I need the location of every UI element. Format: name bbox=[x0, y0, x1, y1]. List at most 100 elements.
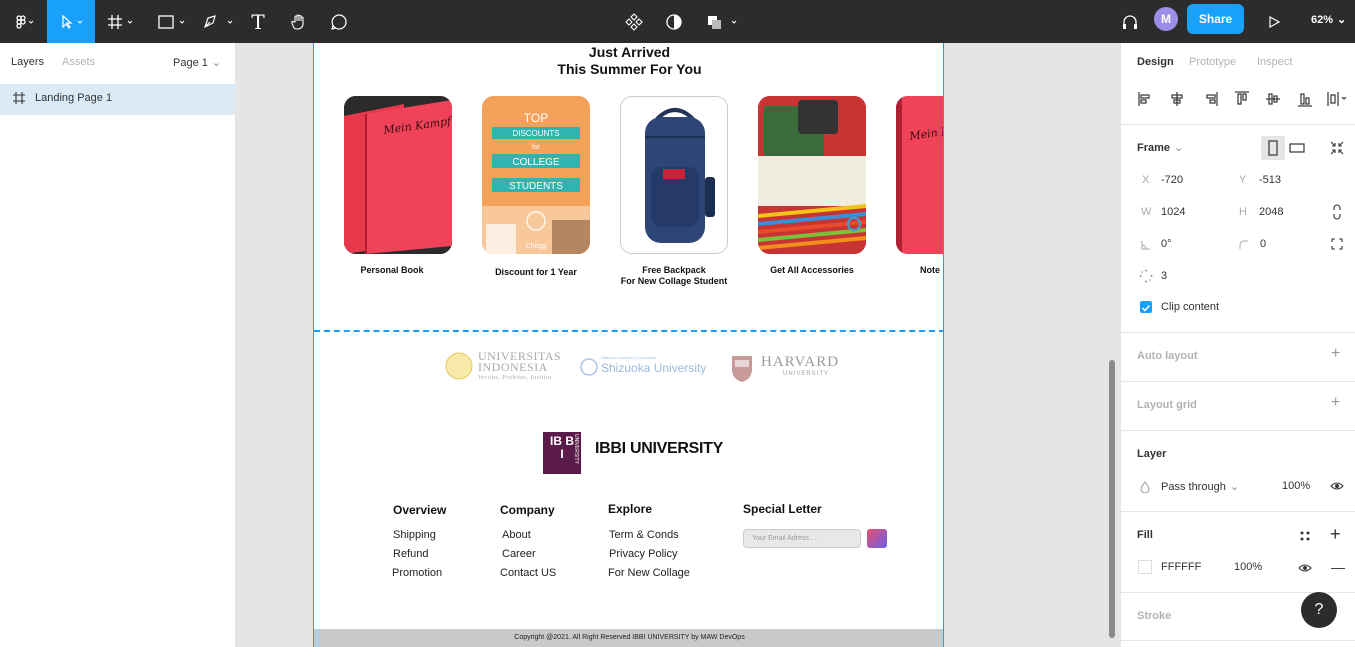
eye-icon[interactable] bbox=[1298, 561, 1312, 575]
x-input[interactable]: -720 bbox=[1161, 174, 1183, 186]
page-selector[interactable]: Page 1 ⌄ bbox=[173, 56, 221, 69]
backpack-image bbox=[621, 97, 727, 253]
rotation-input[interactable]: 0° bbox=[1161, 238, 1172, 250]
layer-opacity-input[interactable]: 100% bbox=[1282, 480, 1310, 492]
text-tool-button[interactable]: T bbox=[245, 0, 271, 43]
newsletter-email-input[interactable]: Your Email Adress . . . bbox=[743, 529, 861, 548]
chevron-down-icon: ⌄ bbox=[1337, 14, 1347, 26]
components-button[interactable] bbox=[622, 0, 646, 43]
fill-section-label: Fill bbox=[1137, 529, 1153, 541]
present-button[interactable] bbox=[1262, 0, 1286, 43]
y-input[interactable]: -513 bbox=[1259, 174, 1281, 186]
comment-icon bbox=[331, 13, 347, 30]
canvas-scrollbar[interactable] bbox=[1109, 360, 1115, 638]
headphones-icon bbox=[1123, 14, 1137, 29]
section-heading-line2: This Summer For You bbox=[557, 61, 702, 77]
discount-poster-image: TOP DISCOUNTS for COLLEGE STUDENTS Chegg bbox=[482, 96, 590, 254]
points-input[interactable]: 3 bbox=[1161, 270, 1167, 282]
audio-button[interactable] bbox=[1118, 0, 1142, 43]
mask-button[interactable] bbox=[662, 0, 686, 43]
separator bbox=[1121, 511, 1355, 512]
newsletter-submit-button[interactable] bbox=[867, 529, 887, 548]
resize-to-fit-icon[interactable] bbox=[1327, 138, 1347, 158]
product-card-book[interactable]: Mein Kampf bbox=[344, 96, 452, 254]
frame-icon bbox=[107, 14, 132, 29]
stroke-section-label: Stroke bbox=[1137, 610, 1172, 622]
constrain-proportions-icon[interactable] bbox=[1331, 204, 1343, 220]
frame-tool-button[interactable] bbox=[103, 0, 138, 43]
tab-inspect[interactable]: Inspect bbox=[1257, 56, 1292, 68]
footer-link-shipping[interactable]: Shipping bbox=[393, 529, 436, 541]
add-layout-grid-icon[interactable]: + bbox=[1331, 394, 1340, 412]
footer-link-promotion[interactable]: Promotion bbox=[392, 567, 442, 579]
clip-content-checkbox[interactable] bbox=[1140, 301, 1152, 313]
tab-assets[interactable]: Assets bbox=[62, 56, 95, 68]
comment-tool-button[interactable] bbox=[325, 0, 353, 43]
footer-link-new-collage[interactable]: For New Collage bbox=[608, 567, 690, 579]
footer-link-terms[interactable]: Term & Conds bbox=[609, 529, 679, 541]
fill-hex-input[interactable]: FFFFFF bbox=[1161, 561, 1201, 573]
partner-ui-line2: INDONESIA bbox=[478, 360, 548, 374]
add-auto-layout-icon[interactable]: + bbox=[1331, 345, 1340, 363]
partner-shizuoka-line2: Shizuoka University bbox=[601, 361, 707, 375]
align-center-h-icon[interactable] bbox=[1171, 92, 1183, 106]
share-button[interactable]: Share bbox=[1187, 4, 1244, 34]
landing-page-frame[interactable]: Just Arrived This Summer For You Mein Ka… bbox=[313, 43, 944, 647]
corner-radius-input[interactable]: 0 bbox=[1260, 238, 1266, 250]
align-bottom-icon[interactable] bbox=[1298, 93, 1312, 107]
tab-design[interactable]: Design bbox=[1137, 56, 1174, 68]
footer-link-refund[interactable]: Refund bbox=[393, 548, 428, 560]
move-tool-button[interactable] bbox=[47, 0, 95, 43]
shape-tool-button[interactable] bbox=[151, 0, 191, 43]
product-card-backpack[interactable] bbox=[620, 96, 728, 254]
distribute-icon[interactable] bbox=[1327, 92, 1347, 106]
product-card-accessories[interactable] bbox=[758, 96, 866, 254]
width-input[interactable]: 1024 bbox=[1161, 206, 1185, 218]
tab-layers[interactable]: Layers bbox=[11, 56, 44, 68]
main-menu-button[interactable] bbox=[0, 0, 47, 43]
landscape-icon[interactable] bbox=[1287, 138, 1307, 158]
hand-tool-button[interactable] bbox=[285, 0, 313, 43]
footer-link-about[interactable]: About bbox=[502, 529, 531, 541]
align-right-icon[interactable] bbox=[1206, 92, 1218, 106]
fill-color-swatch[interactable] bbox=[1138, 560, 1152, 574]
portrait-toggle[interactable] bbox=[1261, 136, 1285, 160]
frame-preset-dropdown[interactable]: Frame ⌄ bbox=[1137, 141, 1183, 154]
align-left-icon[interactable] bbox=[1138, 92, 1150, 106]
blend-mode-dropdown[interactable]: Pass through ⌄ bbox=[1161, 480, 1239, 493]
remove-fill-icon[interactable]: — bbox=[1331, 559, 1345, 575]
layer-row[interactable]: Landing Page 1 bbox=[0, 84, 235, 115]
alignment-toolbar bbox=[1138, 91, 1347, 107]
styles-grid-icon[interactable] bbox=[1298, 529, 1312, 543]
product-card-note[interactable]: Mein Ka bbox=[896, 96, 943, 254]
height-input[interactable]: 2048 bbox=[1259, 206, 1283, 218]
blend-mode-label: Pass through bbox=[1161, 481, 1226, 493]
corner-radius-icon bbox=[1239, 240, 1248, 249]
eye-icon[interactable] bbox=[1330, 479, 1344, 493]
card-label-note: Note bbox=[920, 265, 940, 275]
user-avatar[interactable]: M bbox=[1154, 7, 1178, 31]
fill-opacity-input[interactable]: 100% bbox=[1234, 561, 1262, 573]
x-label: X bbox=[1142, 174, 1150, 186]
layer-name: Landing Page 1 bbox=[35, 92, 113, 104]
product-card-discount[interactable]: TOP DISCOUNTS for COLLEGE STUDENTS Chegg bbox=[482, 96, 590, 254]
card-label-accessories: Get All Accessories bbox=[770, 265, 854, 275]
pen-tool-button[interactable] bbox=[198, 0, 238, 43]
footer-link-privacy[interactable]: Privacy Policy bbox=[609, 548, 677, 560]
align-top-icon[interactable] bbox=[1235, 91, 1249, 105]
tab-prototype[interactable]: Prototype bbox=[1189, 56, 1236, 68]
zoom-menu[interactable]: 62% ⌄ bbox=[1311, 13, 1346, 26]
poster-line-discounts: DISCOUNTS bbox=[512, 129, 559, 138]
footer-link-contact[interactable]: Contact US bbox=[500, 567, 556, 579]
poster-line-for: for bbox=[532, 144, 541, 151]
y-label: Y bbox=[1239, 174, 1247, 186]
footer-link-career[interactable]: Career bbox=[502, 548, 536, 560]
add-fill-icon[interactable]: + bbox=[1330, 524, 1341, 545]
boolean-button[interactable] bbox=[702, 0, 742, 43]
partner-harvard-line2: UNIVERSITY bbox=[783, 371, 830, 377]
zoom-level: 62% bbox=[1311, 14, 1334, 26]
align-center-v-icon[interactable] bbox=[1266, 93, 1280, 105]
independent-corners-icon[interactable] bbox=[1331, 238, 1343, 250]
canvas[interactable]: Just Arrived This Summer For You Mein Ka… bbox=[236, 43, 1120, 647]
help-button[interactable]: ? bbox=[1301, 592, 1337, 628]
